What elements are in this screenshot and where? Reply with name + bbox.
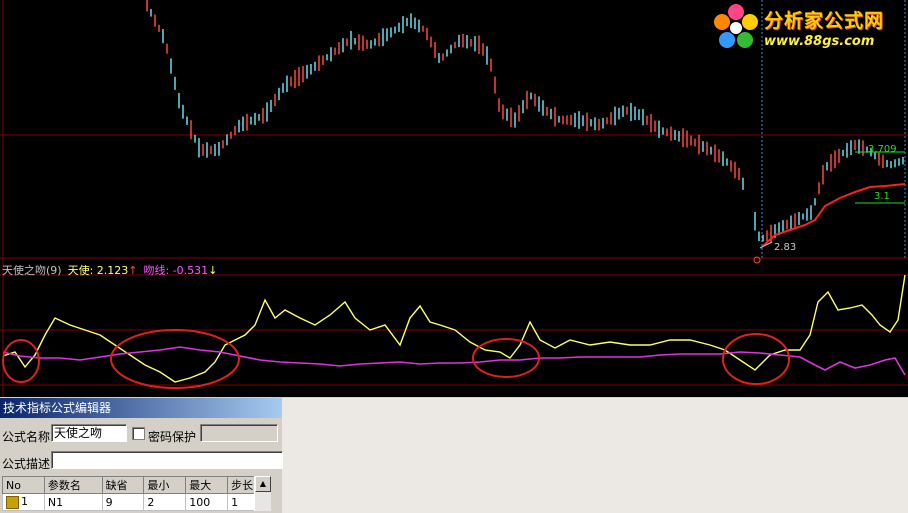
- description-label: 公式描述: [2, 457, 51, 471]
- low-price-label: 2.83: [774, 242, 797, 253]
- parameter-table: No 参数名 缺省 最小 最大 步长 1 N1 9 2 100 1: [2, 476, 270, 511]
- table-row[interactable]: 1 N1 9 2 100 1: [2, 493, 270, 511]
- cell-default[interactable]: 9: [101, 493, 145, 511]
- description-input[interactable]: [51, 451, 283, 469]
- col-default[interactable]: 缺省: [101, 476, 145, 494]
- cell-no[interactable]: 1: [2, 493, 45, 511]
- col-no[interactable]: No: [2, 476, 45, 494]
- param-icon: [6, 495, 19, 509]
- logo-url: www.88gs.com: [764, 34, 875, 49]
- table-scrollbar[interactable]: ▲: [254, 476, 271, 511]
- empty-panel: [282, 398, 908, 513]
- down-arrow-icon: ↓: [208, 264, 218, 277]
- cell-min[interactable]: 2: [143, 493, 187, 511]
- indicator-name: 天使之吻(9): [2, 264, 62, 277]
- scroll-up-button[interactable]: ▲: [255, 476, 271, 492]
- high-price-tag: 3.709: [868, 144, 897, 155]
- low-price-tag: 3.1: [874, 191, 890, 202]
- formula-name-label: 公式名称: [2, 430, 51, 444]
- up-arrow-icon: ↑: [128, 264, 138, 277]
- indicator-header: 天使之吻(9) 天使: 2.123↑ 吻线: -0.531↓: [2, 262, 217, 278]
- chart-area[interactable]: 天使之吻(9) 天使: 2.123↑ 吻线: -0.531↓ 2.83 3.709 …: [0, 0, 908, 397]
- flower-icon: [714, 4, 758, 48]
- col-min[interactable]: 最小: [143, 476, 187, 494]
- kline-chart[interactable]: [0, 0, 908, 397]
- kiss-value: 吻线: -0.531: [143, 264, 209, 277]
- password-label: 密码保护: [148, 430, 197, 444]
- logo-title: 分析家公式网: [764, 10, 885, 32]
- formula-name-input[interactable]: 天使之吻: [51, 424, 127, 442]
- table-header-row: No 参数名 缺省 最小 最大 步长: [2, 476, 270, 494]
- editor-title: 技术指标公式编辑器: [0, 398, 282, 418]
- angel-value: 天使: 2.123: [67, 264, 129, 277]
- angel-line: [2, 274, 906, 383]
- col-max[interactable]: 最大: [185, 476, 229, 494]
- cell-max[interactable]: 100: [185, 493, 229, 511]
- site-logo: 分析家公式网 www.88gs.com: [706, 0, 908, 56]
- formula-editor-panel: 技术指标公式编辑器 公式名称 天使之吻 密码保护 公式描述 No 参数名 缺省 …: [0, 398, 283, 513]
- password-input[interactable]: [200, 424, 278, 442]
- col-param-name[interactable]: 参数名: [43, 476, 103, 494]
- cell-param-name[interactable]: N1: [43, 493, 103, 511]
- password-checkbox[interactable]: [132, 427, 145, 440]
